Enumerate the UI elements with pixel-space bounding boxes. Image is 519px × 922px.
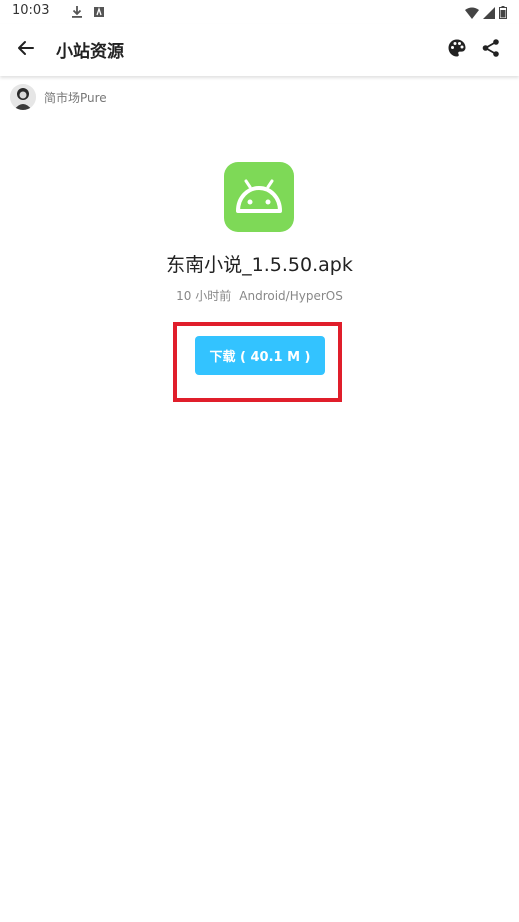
share-button[interactable] [477, 36, 505, 64]
page-title: 小站资源 [56, 42, 124, 62]
back-arrow-icon [16, 38, 36, 62]
screen: 10:03 小站资源 简市场Pure 东南小说_1.5.50.apk 10 小时… [0, 0, 519, 922]
download-button[interactable]: 下载 ( 40.1 M ) [195, 336, 325, 375]
wifi-icon [465, 4, 479, 23]
palette-icon [447, 38, 467, 62]
upload-time: 10 小时前 [176, 289, 232, 303]
file-meta: 10 小时前 Android/HyperOS [0, 287, 519, 304]
battery-icon [499, 4, 507, 23]
author-row[interactable]: 简市场Pure [10, 84, 107, 110]
status-bar: 10:03 [0, 0, 519, 24]
status-right-icons [465, 4, 507, 23]
share-icon [481, 38, 501, 62]
author-name: 简市场Pure [44, 90, 107, 105]
status-time: 10:03 [12, 3, 50, 18]
download-icon [70, 4, 84, 23]
back-button[interactable] [12, 36, 40, 64]
status-left-icons [70, 4, 106, 23]
avatar [10, 84, 36, 110]
palette-button[interactable] [443, 36, 471, 64]
file-name: 东南小说_1.5.50.apk [166, 254, 353, 276]
signal-icon [483, 4, 495, 23]
android-icon [224, 162, 294, 232]
platform-label: Android/HyperOS [239, 289, 343, 303]
app-bar: 小站资源 [0, 24, 519, 76]
a-icon [92, 4, 106, 23]
